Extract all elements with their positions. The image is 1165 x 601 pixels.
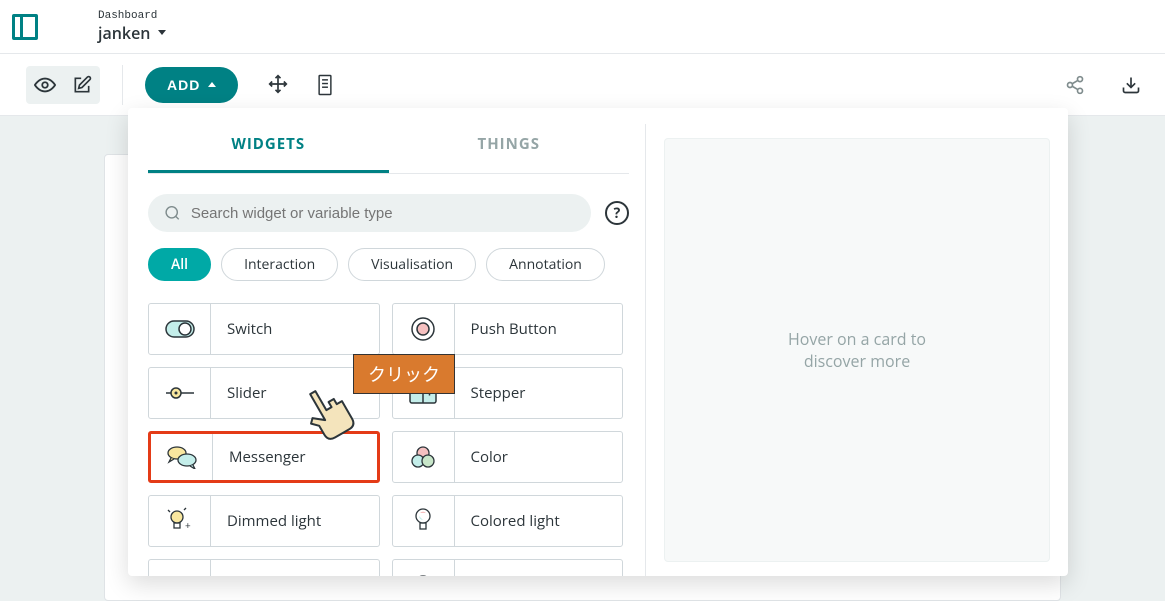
svg-text:+: + bbox=[185, 518, 191, 532]
device-icon[interactable] bbox=[316, 74, 334, 96]
search-box[interactable] bbox=[148, 194, 591, 232]
preview-placeholder: Hover on a card to discover more bbox=[664, 138, 1050, 562]
add-button[interactable]: ADD bbox=[145, 67, 238, 103]
dimmed-light-icon: + bbox=[149, 496, 211, 546]
share-icon[interactable] bbox=[1065, 75, 1085, 95]
widget-color[interactable]: Color bbox=[392, 431, 624, 483]
filter-interaction[interactable]: Interaction bbox=[221, 248, 338, 281]
help-icon[interactable]: ? bbox=[605, 201, 629, 225]
divider bbox=[122, 65, 123, 105]
sidebar-toggle-icon[interactable] bbox=[12, 14, 38, 40]
tab-things[interactable]: THINGS bbox=[389, 124, 630, 173]
annotation-label: クリック bbox=[353, 354, 455, 394]
breadcrumb: Dashboard bbox=[98, 10, 166, 22]
switch-icon bbox=[149, 304, 211, 354]
widget-dimmed-light[interactable]: + Dimmed light bbox=[148, 495, 380, 547]
colored-light-icon bbox=[393, 496, 455, 546]
slider-icon bbox=[149, 368, 211, 418]
widget-label: Colored light bbox=[455, 496, 623, 546]
widget-label: Color bbox=[455, 432, 623, 482]
widget-partial-2[interactable] bbox=[392, 559, 624, 576]
widgets-grid: Switch Push Button Slider Stepper bbox=[148, 303, 629, 576]
messenger-icon bbox=[151, 434, 213, 480]
download-icon[interactable] bbox=[1121, 75, 1141, 95]
search-icon bbox=[164, 204, 181, 222]
widget-label: Stepper bbox=[455, 368, 623, 418]
generic-widget-icon bbox=[393, 560, 455, 576]
view-mode-toggle[interactable] bbox=[26, 66, 100, 104]
preview-panel: Hover on a card to discover more bbox=[646, 124, 1068, 576]
preview-text-2: discover more bbox=[804, 350, 910, 372]
color-icon bbox=[393, 432, 455, 482]
picker-tabs: WIDGETS THINGS bbox=[148, 124, 629, 174]
widget-label: Switch bbox=[211, 304, 379, 354]
chevron-down-icon bbox=[158, 30, 166, 35]
tutorial-annotation: クリック bbox=[353, 354, 455, 394]
filter-row: All Interaction Visualisation Annotation bbox=[148, 248, 629, 281]
edit-icon[interactable] bbox=[72, 75, 92, 95]
project-name: janken bbox=[98, 22, 150, 44]
filter-visualisation[interactable]: Visualisation bbox=[348, 248, 476, 281]
filter-annotation[interactable]: Annotation bbox=[486, 248, 605, 281]
generic-widget-icon bbox=[149, 560, 211, 576]
widget-label: Dimmed light bbox=[211, 496, 379, 546]
widget-label: Push Button bbox=[455, 304, 623, 354]
header-title-block[interactable]: Dashboard janken bbox=[98, 10, 166, 44]
add-widget-popover: WIDGETS THINGS ? All Interaction Visuali… bbox=[128, 108, 1068, 576]
tab-widgets[interactable]: WIDGETS bbox=[148, 124, 389, 173]
search-input[interactable] bbox=[191, 205, 575, 222]
add-button-label: ADD bbox=[167, 77, 200, 93]
push-button-icon bbox=[393, 304, 455, 354]
action-bar: ADD bbox=[0, 54, 1165, 116]
app-header: Dashboard janken bbox=[0, 0, 1165, 54]
widget-switch[interactable]: Switch bbox=[148, 303, 380, 355]
widget-colored-light[interactable]: Colored light bbox=[392, 495, 624, 547]
widget-partial-1[interactable] bbox=[148, 559, 380, 576]
filter-all[interactable]: All bbox=[148, 248, 211, 281]
widget-label bbox=[455, 560, 623, 576]
eye-icon[interactable] bbox=[34, 74, 56, 96]
chevron-up-icon bbox=[208, 82, 216, 87]
widget-label bbox=[211, 560, 379, 576]
pointing-hand-icon bbox=[293, 380, 363, 450]
move-icon[interactable] bbox=[268, 74, 288, 96]
widget-push-button[interactable]: Push Button bbox=[392, 303, 624, 355]
widget-picker-panel: WIDGETS THINGS ? All Interaction Visuali… bbox=[128, 124, 646, 576]
preview-text-1: Hover on a card to bbox=[788, 328, 926, 350]
